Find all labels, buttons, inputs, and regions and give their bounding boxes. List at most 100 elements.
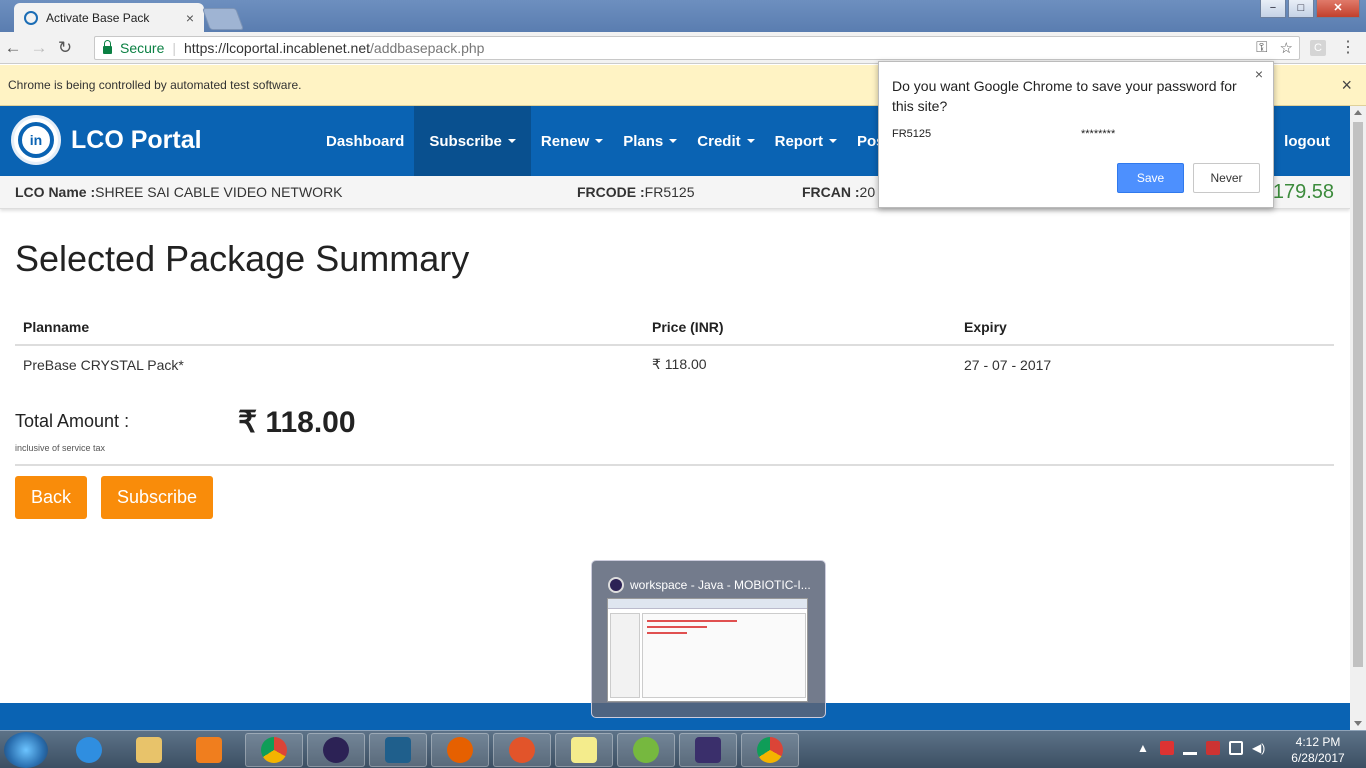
password-key-icon[interactable]: ⚿ bbox=[1256, 39, 1267, 57]
network-error-icon[interactable] bbox=[1206, 741, 1220, 755]
scroll-down-icon[interactable] bbox=[1354, 721, 1362, 726]
forward-arrow-icon[interactable]: → bbox=[26, 38, 52, 58]
reload-icon[interactable]: ↻ bbox=[52, 38, 78, 58]
col-expiry: Expiry bbox=[956, 310, 1334, 346]
omnibox-actions: ⚿ ☆ bbox=[1256, 39, 1293, 57]
save-password-question: Do you want Google Chrome to save your p… bbox=[892, 78, 1237, 114]
taskbar-sticky-notes[interactable] bbox=[555, 733, 613, 767]
scroll-up-icon[interactable] bbox=[1354, 110, 1362, 115]
windows-taskbar: ▲ ◀) 4:12 PM 6/28/2017 bbox=[0, 730, 1366, 768]
nav-renew-label: Renew bbox=[540, 132, 590, 150]
frcan: FRCAN :20 bbox=[802, 184, 875, 200]
tool-icon bbox=[509, 737, 535, 763]
taskbar-mysql[interactable] bbox=[369, 733, 427, 767]
page-scrollbar[interactable] bbox=[1350, 106, 1366, 730]
window-maximize-button[interactable]: □ bbox=[1288, 0, 1314, 18]
subscribe-button[interactable]: Subscribe bbox=[101, 476, 213, 519]
saved-password-mask: ******** bbox=[1081, 128, 1116, 140]
tab-title: Activate Base Pack bbox=[46, 10, 150, 25]
extension-icon[interactable]: C bbox=[1310, 40, 1326, 56]
cell-price: ₹ 118.00 bbox=[652, 356, 707, 372]
chrome-icon bbox=[757, 737, 783, 763]
infobar-close-icon[interactable]: × bbox=[1341, 75, 1352, 96]
nav-subscribe-label: Subscribe bbox=[429, 132, 502, 150]
start-button[interactable] bbox=[4, 732, 48, 768]
folder-icon bbox=[136, 737, 162, 763]
dialog-close-icon[interactable]: × bbox=[1255, 66, 1263, 82]
col-price: Price (INR) bbox=[644, 310, 956, 346]
taskbar-utorrent[interactable] bbox=[617, 733, 675, 767]
taskbar-ie[interactable] bbox=[60, 733, 118, 767]
nav-subscribe[interactable]: Subscribe bbox=[414, 106, 531, 176]
url-host: https://lcoportal.incablenet.net bbox=[184, 40, 371, 56]
main-nav: Dashboard Subscribe Renew Plans Credit R… bbox=[316, 106, 930, 176]
signal-icon[interactable] bbox=[1183, 741, 1197, 755]
taskbar-java-ee-ide[interactable] bbox=[679, 733, 737, 767]
address-bar[interactable]: Secure | https://lcoportal.incablenet.ne… bbox=[94, 36, 1300, 60]
taskbar-chrome-1[interactable] bbox=[245, 733, 303, 767]
mysql-workbench-icon bbox=[385, 737, 411, 763]
logo-mark: in bbox=[18, 122, 54, 158]
window-close-button[interactable]: ✕ bbox=[1316, 0, 1360, 18]
nav-report[interactable]: Report bbox=[765, 106, 847, 176]
device-icon[interactable] bbox=[1229, 741, 1243, 755]
nav-renew[interactable]: Renew bbox=[531, 106, 613, 176]
brand-title[interactable]: LCO Portal bbox=[71, 126, 202, 155]
package-summary-table: Planname Price (INR) Expiry PreBase CRYS… bbox=[15, 310, 1334, 383]
taskbar-tool[interactable] bbox=[493, 733, 551, 767]
new-tab-button[interactable] bbox=[201, 8, 245, 30]
frcan-label: FRCAN : bbox=[802, 184, 860, 200]
lco-name: LCO Name :SHREE SAI CABLE VIDEO NETWORK bbox=[15, 184, 343, 200]
window-minimize-button[interactable]: − bbox=[1260, 0, 1286, 18]
taskbar-firefox[interactable] bbox=[431, 733, 489, 767]
taskbar-thumbnail-preview[interactable]: workspace - Java - MOBIOTIC-I... bbox=[591, 560, 826, 718]
total-amount-value: ₹ 118.00 bbox=[238, 406, 356, 439]
frcode-value: FR5125 bbox=[644, 184, 695, 200]
scroll-thumb[interactable] bbox=[1353, 122, 1363, 667]
page-title: Selected Package Summary bbox=[15, 238, 470, 279]
thumbnail-image bbox=[607, 598, 808, 702]
system-clock[interactable]: 4:12 PM 6/28/2017 bbox=[1282, 734, 1354, 766]
url-path: /addbasepack.php bbox=[370, 40, 485, 56]
taskbar-chrome-2[interactable] bbox=[741, 733, 799, 767]
taskbar-media-player[interactable] bbox=[180, 733, 238, 767]
thumbnail-toolbar bbox=[608, 599, 807, 609]
nav-credit[interactable]: Credit bbox=[687, 106, 764, 176]
browser-tab-active[interactable]: Activate Base Pack × bbox=[14, 3, 204, 32]
nav-dashboard[interactable]: Dashboard bbox=[316, 106, 414, 176]
taskbar-eclipse[interactable] bbox=[307, 733, 365, 767]
nav-plans[interactable]: Plans bbox=[613, 106, 687, 176]
save-password-button[interactable]: Save bbox=[1117, 163, 1184, 193]
tax-note: inclusive of service tax bbox=[15, 443, 106, 453]
taskbar-explorer[interactable] bbox=[120, 733, 178, 767]
back-button[interactable]: Back bbox=[15, 476, 87, 519]
chrome-menu-icon[interactable]: ⋮ bbox=[1340, 40, 1356, 56]
col-planname: Planname bbox=[15, 310, 644, 346]
content-divider bbox=[15, 464, 1334, 466]
bookmark-star-icon[interactable]: ☆ bbox=[1280, 39, 1293, 57]
site-logo[interactable]: in bbox=[11, 115, 61, 165]
site-favicon-icon bbox=[24, 10, 38, 25]
cell-planname: PreBase CRYSTAL Pack* bbox=[23, 356, 184, 373]
thumbnail-line bbox=[647, 626, 707, 628]
logout-link[interactable]: logout bbox=[1284, 106, 1330, 176]
utorrent-icon bbox=[633, 737, 659, 763]
tray-app-icon[interactable] bbox=[1160, 741, 1174, 755]
toolbar-extensions: C ⋮ bbox=[1310, 40, 1356, 56]
thumbnail-sidebar bbox=[610, 613, 640, 698]
tray-expand-icon[interactable]: ▲ bbox=[1137, 741, 1151, 755]
lco-name-label: LCO Name : bbox=[15, 184, 96, 200]
thumbnail-editor bbox=[642, 613, 806, 698]
frcode-label: FRCODE : bbox=[577, 184, 645, 200]
caret-down-icon bbox=[828, 139, 837, 143]
system-tray: ▲ ◀) bbox=[1137, 741, 1266, 755]
browser-toolbar: ← → ↻ Secure | https://lcoportal.incable… bbox=[0, 32, 1366, 64]
tab-close-icon[interactable]: × bbox=[186, 10, 194, 26]
volume-icon[interactable]: ◀) bbox=[1252, 741, 1266, 755]
java-ee-ide-icon bbox=[695, 737, 721, 763]
never-save-button[interactable]: Never bbox=[1193, 163, 1260, 193]
secure-label: Secure bbox=[120, 40, 165, 56]
nav-dashboard-label: Dashboard bbox=[326, 132, 405, 150]
caret-down-icon bbox=[595, 139, 604, 143]
back-arrow-icon[interactable]: ← bbox=[0, 38, 26, 58]
